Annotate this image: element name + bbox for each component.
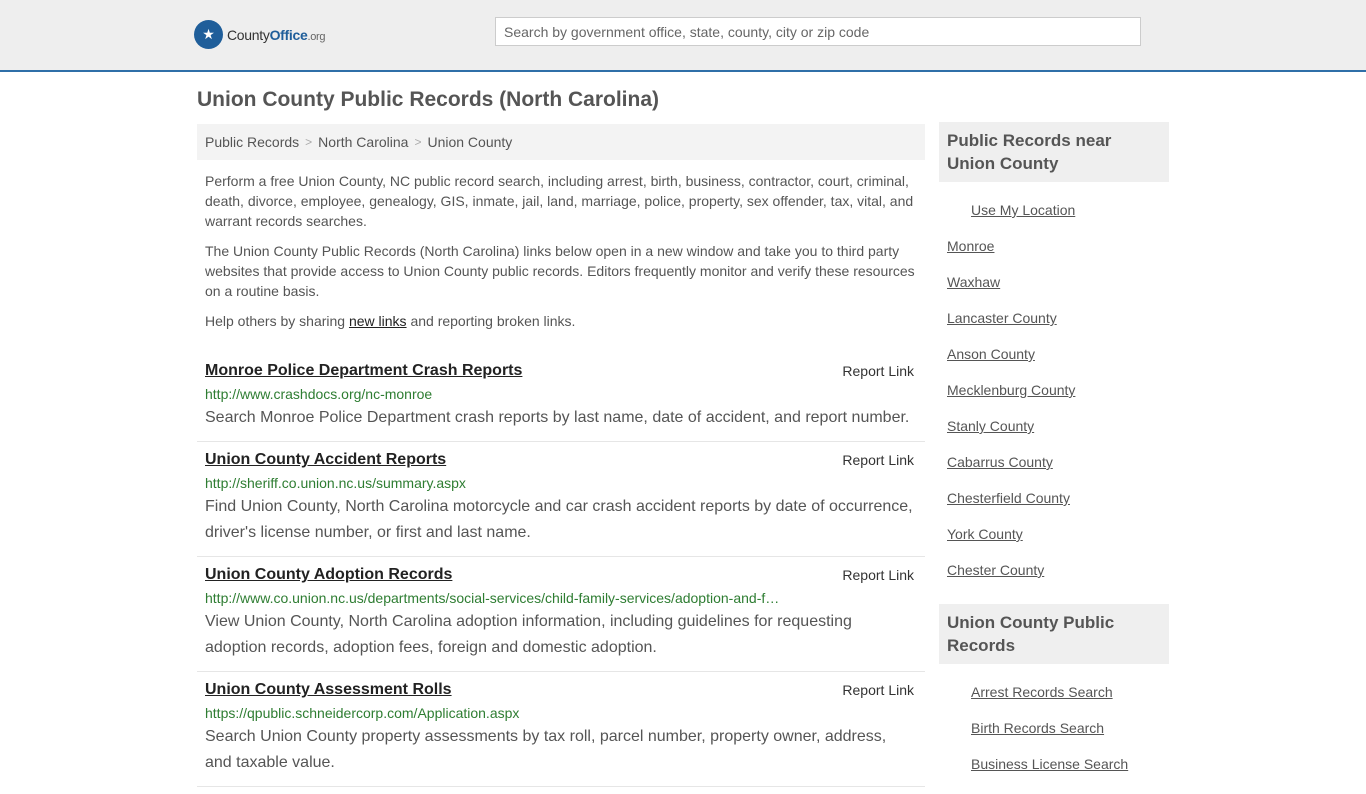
nearby-link-mecklenburg-county[interactable]: Mecklenburg County <box>947 382 1075 398</box>
record-description: Search Monroe Police Department crash re… <box>205 409 910 426</box>
list-item: Monroe <box>939 228 1169 264</box>
record-item: Union County Assessment Rolls Report Lin… <box>197 672 925 787</box>
new-links-link[interactable]: new links <box>349 313 407 329</box>
county-records-heading: Union County Public Records <box>939 604 1169 664</box>
record-description: Find Union County, North Carolina motorc… <box>205 498 913 541</box>
nearby-link-lancaster-county[interactable]: Lancaster County <box>947 310 1057 326</box>
breadcrumb: Public Records > North Carolina > Union … <box>197 124 925 160</box>
page-title: Union County Public Records (North Carol… <box>197 88 660 111</box>
county-records-list: Arrest Records Search Birth Records Sear… <box>939 664 1169 794</box>
list-item: Stanly County <box>939 408 1169 444</box>
nearby-link-chester-county[interactable]: Chester County <box>947 562 1044 578</box>
record-title-link[interactable]: Monroe Police Department Crash Reports <box>205 361 522 381</box>
list-item: Lancaster County <box>939 300 1169 336</box>
record-url: http://www.crashdocs.org/nc-monroe <box>205 386 433 402</box>
use-my-location-link[interactable]: Use My Location <box>971 202 1075 218</box>
sidebar: Public Records near Union County Use My … <box>939 122 1169 794</box>
breadcrumb-separator: > <box>414 135 422 149</box>
main-content: Public Records > North Carolina > Union … <box>197 124 925 787</box>
record-title-link[interactable]: Union County Accident Reports <box>205 450 446 470</box>
breadcrumb-public-records[interactable]: Public Records <box>205 134 299 150</box>
nearby-link-cabarrus-county[interactable]: Cabarrus County <box>947 454 1053 470</box>
breadcrumb-separator: > <box>305 135 313 149</box>
intro-paragraph-1: Perform a free Union County, NC public r… <box>205 173 914 229</box>
intro-text: Perform a free Union County, NC public r… <box>197 171 925 331</box>
nearby-link-stanly-county[interactable]: Stanly County <box>947 418 1034 434</box>
logo-text: CountyOffice.org <box>227 26 326 43</box>
eagle-icon: ★ <box>194 20 223 49</box>
nearby-link-anson-county[interactable]: Anson County <box>947 346 1035 362</box>
record-title-link[interactable]: Union County Adoption Records <box>205 565 452 585</box>
list-item: Chester County <box>939 552 1169 588</box>
list-item: Use My Location <box>939 192 1169 228</box>
report-link[interactable]: Report Link <box>842 452 914 468</box>
intro-paragraph-2: The Union County Public Records (North C… <box>205 243 915 299</box>
business-license-link[interactable]: Business License Search <box>971 756 1128 772</box>
record-description: View Union County, North Carolina adopti… <box>205 613 852 656</box>
list-item: Birth Records Search <box>939 710 1169 746</box>
list-item: York County <box>939 516 1169 552</box>
list-item: Business License Search <box>939 746 1169 782</box>
report-link[interactable]: Report Link <box>842 567 914 583</box>
record-url: http://www.co.union.nc.us/departments/so… <box>205 590 780 606</box>
record-description: Search Union County property assessments… <box>205 728 887 771</box>
breadcrumb-union-county[interactable]: Union County <box>427 134 512 150</box>
list-item: Arrest Records Search <box>939 674 1169 710</box>
nearby-link-chesterfield-county[interactable]: Chesterfield County <box>947 490 1070 506</box>
nearby-records-heading: Public Records near Union County <box>939 122 1169 182</box>
nearby-link-york-county[interactable]: York County <box>947 526 1023 542</box>
record-item: Union County Accident Reports Report Lin… <box>197 442 925 557</box>
search-input[interactable] <box>495 17 1141 46</box>
record-item: Monroe Police Department Crash Reports R… <box>197 353 925 442</box>
report-link[interactable]: Report Link <box>842 682 914 698</box>
list-item: Anson County <box>939 336 1169 372</box>
birth-records-link[interactable]: Birth Records Search <box>971 720 1104 736</box>
nearby-link-waxhaw[interactable]: Waxhaw <box>947 274 1000 290</box>
breadcrumb-north-carolina[interactable]: North Carolina <box>318 134 408 150</box>
site-logo[interactable]: ★ CountyOffice.org <box>194 20 326 49</box>
nearby-link-monroe[interactable]: Monroe <box>947 238 994 254</box>
intro-paragraph-3: Help others by sharing new links and rep… <box>205 313 576 329</box>
list-item: Mecklenburg County <box>939 372 1169 408</box>
record-list: Monroe Police Department Crash Reports R… <box>197 353 925 787</box>
nearby-list: Use My Location Monroe Waxhaw Lancaster … <box>939 182 1169 600</box>
list-item: Waxhaw <box>939 264 1169 300</box>
list-item: Chesterfield County <box>939 480 1169 516</box>
list-item: Cabarrus County <box>939 444 1169 480</box>
record-url: https://qpublic.schneidercorp.com/Applic… <box>205 705 520 721</box>
record-item: Union County Adoption Records Report Lin… <box>197 557 925 672</box>
record-title-link[interactable]: Union County Assessment Rolls <box>205 680 452 700</box>
arrest-records-link[interactable]: Arrest Records Search <box>971 684 1113 700</box>
site-header: ★ CountyOffice.org <box>0 0 1366 72</box>
report-link[interactable]: Report Link <box>842 363 914 379</box>
record-url: http://sheriff.co.union.nc.us/summary.as… <box>205 475 466 491</box>
